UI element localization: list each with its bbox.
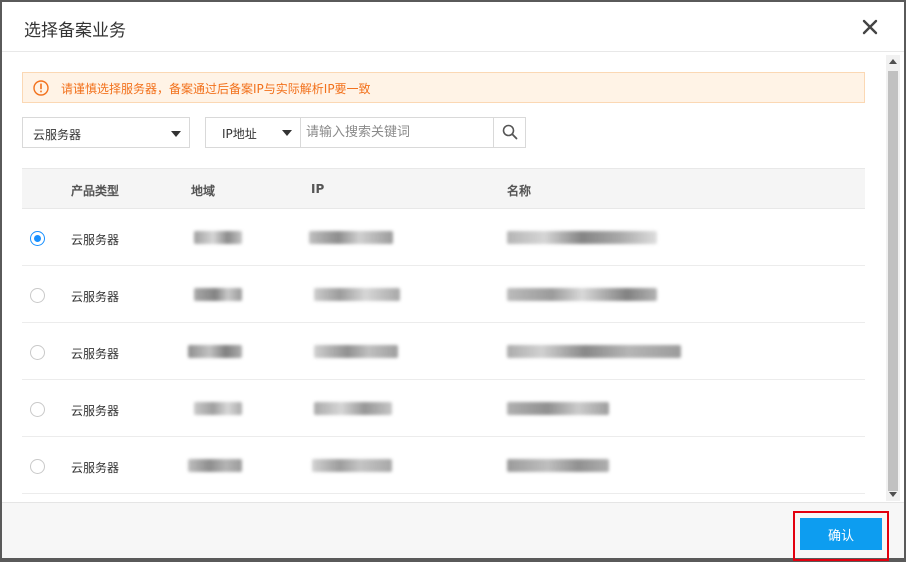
search-field-select[interactable]: IP地址 — [206, 118, 301, 147]
table-row[interactable]: 云服务器 — [22, 209, 865, 266]
header-region: 地域 — [191, 184, 216, 198]
scroll-down-icon[interactable] — [889, 492, 897, 497]
vertical-scrollbar[interactable] — [886, 55, 900, 501]
dialog-title: 选择备案业务 — [24, 21, 126, 41]
header-name: 名称 — [507, 184, 532, 198]
highlight-annotation: 确认 — [793, 511, 889, 561]
row-product-type: 云服务器 — [71, 347, 120, 361]
close-button[interactable] — [860, 17, 880, 37]
redacted-ip — [312, 459, 392, 472]
row-radio[interactable] — [30, 345, 45, 360]
confirm-button[interactable]: 确认 — [800, 518, 882, 550]
search-button[interactable] — [493, 118, 525, 147]
redacted-region — [194, 231, 242, 244]
redacted-region — [194, 288, 242, 301]
dialog-header: 选择备案业务 — [2, 2, 904, 52]
redacted-ip — [314, 402, 392, 415]
scroll-up-icon[interactable] — [889, 59, 897, 64]
search-field-value: IP地址 — [222, 127, 257, 141]
product-type-value: 云服务器 — [33, 128, 82, 142]
row-radio[interactable] — [30, 231, 45, 246]
row-product-type: 云服务器 — [71, 290, 120, 304]
row-product-type: 云服务器 — [71, 461, 120, 475]
search-icon — [502, 124, 518, 140]
table-row[interactable]: 云服务器 — [22, 380, 865, 437]
redacted-ip — [309, 231, 393, 244]
redacted-region — [194, 402, 242, 415]
server-table: 产品类型 地域 IP 名称 云服务器 云服务器 云服务器 云服务器 云服务器 — [22, 168, 865, 494]
row-radio[interactable] — [30, 459, 45, 474]
caret-down-icon — [282, 130, 292, 136]
search-group: IP地址 — [205, 117, 526, 148]
redacted-region — [188, 459, 242, 472]
header-ip: IP — [311, 182, 325, 196]
row-product-type: 云服务器 — [71, 404, 120, 418]
header-product-type: 产品类型 — [71, 184, 120, 198]
redacted-name — [507, 459, 609, 472]
row-radio[interactable] — [30, 402, 45, 417]
scroll-thumb[interactable] — [888, 71, 898, 491]
redacted-name — [507, 345, 681, 358]
search-input[interactable] — [306, 122, 486, 143]
redacted-name — [507, 231, 657, 244]
product-type-select[interactable]: 云服务器 — [22, 117, 190, 148]
redacted-region — [188, 345, 242, 358]
redacted-ip — [314, 288, 400, 301]
dialog-footer: 确认 — [2, 502, 904, 561]
table-row[interactable]: 云服务器 — [22, 437, 865, 494]
notice-text: 请谨慎选择服务器，备案通过后备案IP与实际解析IP要一致 — [61, 82, 371, 96]
select-filing-dialog: 选择备案业务 请谨慎选择服务器，备案通过后备案IP与实际解析IP要一致 云服务器… — [2, 2, 904, 561]
warning-icon — [33, 80, 49, 96]
redacted-name — [507, 402, 609, 415]
redacted-ip — [314, 345, 398, 358]
caret-down-icon — [171, 131, 181, 137]
warning-notice: 请谨慎选择服务器，备案通过后备案IP与实际解析IP要一致 — [22, 72, 865, 103]
redacted-name — [507, 288, 657, 301]
table-header: 产品类型 地域 IP 名称 — [22, 168, 865, 209]
row-radio[interactable] — [30, 288, 45, 303]
table-row[interactable]: 云服务器 — [22, 266, 865, 323]
row-product-type: 云服务器 — [71, 233, 120, 247]
table-row[interactable]: 云服务器 — [22, 323, 865, 380]
close-icon — [862, 19, 878, 35]
